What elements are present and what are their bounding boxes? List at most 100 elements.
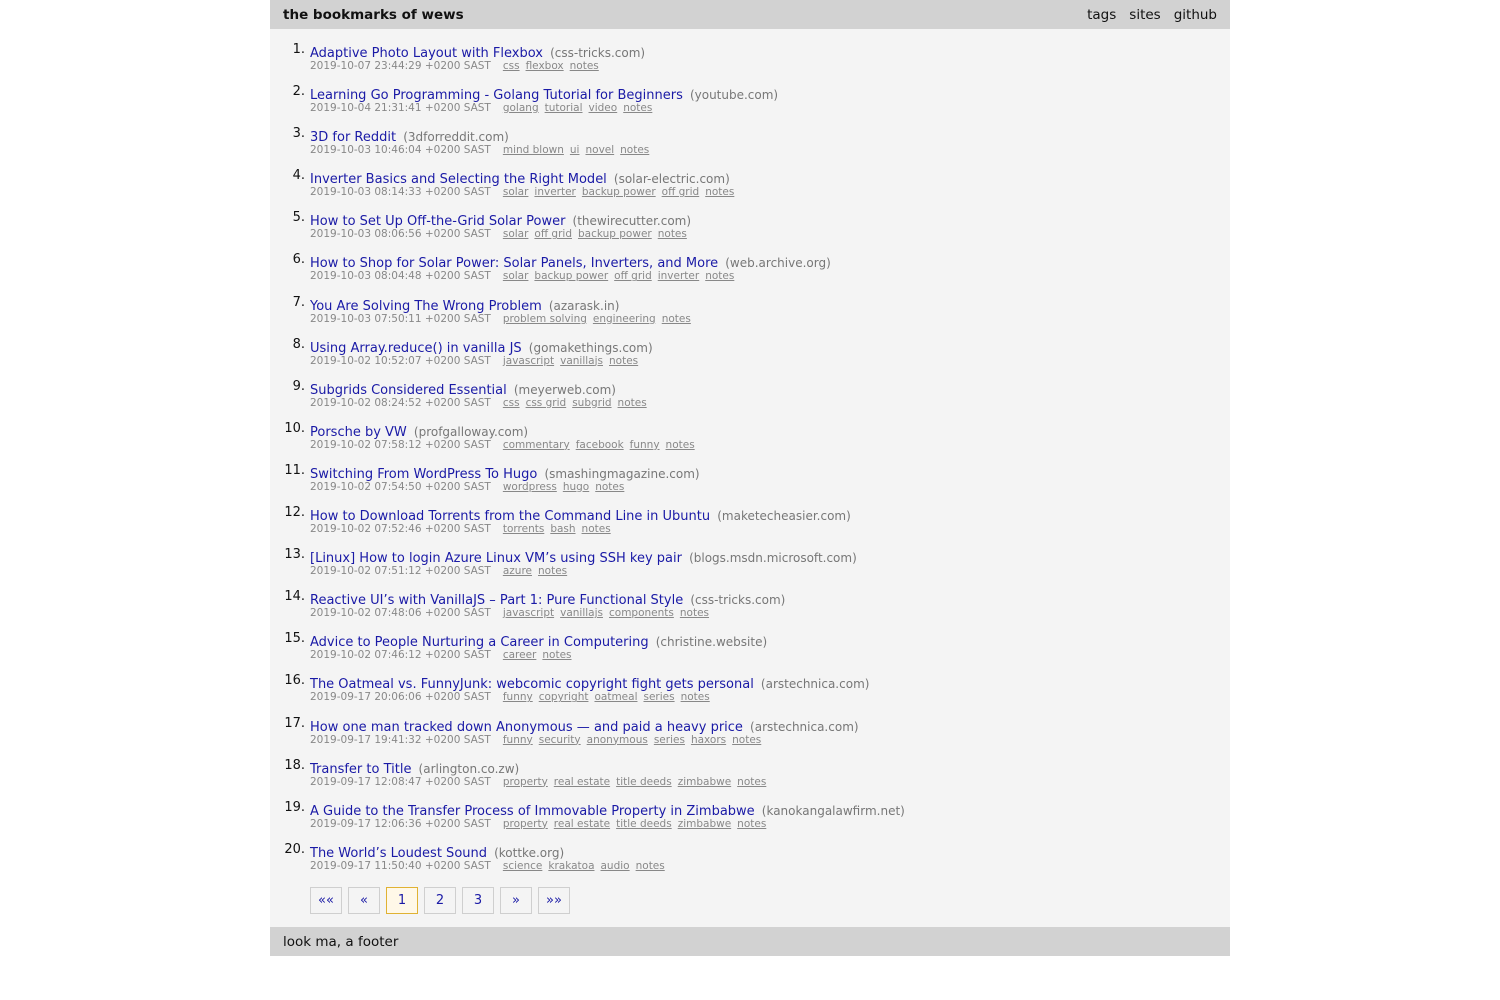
nav-link-github[interactable]: github [1174, 7, 1217, 23]
tag-link[interactable]: tutorial [545, 102, 583, 114]
tag-link[interactable]: notes [620, 144, 649, 156]
tag-link[interactable]: css grid [526, 397, 567, 409]
bookmark-title-link[interactable]: 3D for Reddit [310, 130, 396, 145]
bookmark-title-link[interactable]: The World’s Loudest Sound [310, 846, 487, 861]
tag-link[interactable]: notes [705, 186, 734, 198]
bookmark-title-link[interactable]: Advice to People Nurturing a Career in C… [310, 635, 649, 650]
tag-link[interactable]: zimbabwe [678, 818, 731, 830]
tag-link[interactable]: zimbabwe [678, 776, 731, 788]
tag-link[interactable]: backup power [582, 186, 656, 198]
tag-link[interactable]: subgrid [572, 397, 611, 409]
tag-link[interactable]: funny [503, 691, 533, 703]
tag-link[interactable]: problem solving [503, 313, 587, 325]
tag-link[interactable]: javascript [503, 355, 554, 367]
bookmark-title-link[interactable]: Transfer to Title [310, 762, 411, 777]
bookmark-title-link[interactable]: Switching From WordPress To Hugo [310, 467, 537, 482]
tag-link[interactable]: haxors [691, 734, 726, 746]
tag-link[interactable]: notes [681, 691, 710, 703]
tag-link[interactable]: notes [666, 439, 695, 451]
tag-link[interactable]: novel [585, 144, 614, 156]
tag-link[interactable]: title deeds [616, 776, 672, 788]
bookmark-title-link[interactable]: How to Shop for Solar Power: Solar Panel… [310, 256, 718, 271]
bookmark-title-link[interactable]: Subgrids Considered Essential [310, 383, 507, 398]
tag-link[interactable]: golang [503, 102, 539, 114]
last-page-button[interactable]: »» [538, 887, 570, 914]
tag-link[interactable]: off grid [662, 186, 700, 198]
tag-link[interactable]: backup power [578, 228, 652, 240]
tag-link[interactable]: notes [595, 481, 624, 493]
tag-link[interactable]: notes [737, 818, 766, 830]
tag-link[interactable]: inverter [658, 270, 699, 282]
tag-link[interactable]: title deeds [616, 818, 672, 830]
tag-link[interactable]: series [654, 734, 685, 746]
tag-link[interactable]: css [503, 60, 520, 72]
bookmark-title-link[interactable]: Porsche by VW [310, 425, 407, 440]
bookmark-title-link[interactable]: A Guide to the Transfer Process of Immov… [310, 804, 755, 819]
tag-link[interactable]: audio [601, 860, 630, 872]
tag-link[interactable]: notes [732, 734, 761, 746]
tag-link[interactable]: notes [570, 60, 599, 72]
bookmark-title-link[interactable]: You Are Solving The Wrong Problem [310, 299, 542, 314]
tag-link[interactable]: notes [618, 397, 647, 409]
tag-link[interactable]: commentary [503, 439, 570, 451]
tag-link[interactable]: notes [542, 649, 571, 661]
bookmark-title-link[interactable]: The Oatmeal vs. FunnyJunk: webcomic copy… [310, 677, 754, 692]
tag-link[interactable]: wordpress [503, 481, 557, 493]
tag-link[interactable]: vanillajs [560, 355, 603, 367]
tag-link[interactable]: notes [538, 565, 567, 577]
tag-link[interactable]: notes [662, 313, 691, 325]
tag-link[interactable]: notes [737, 776, 766, 788]
tag-link[interactable]: funny [630, 439, 660, 451]
bookmark-title-link[interactable]: Inverter Basics and Selecting the Right … [310, 172, 607, 187]
tag-link[interactable]: bash [550, 523, 575, 535]
tag-link[interactable]: notes [680, 607, 709, 619]
tag-link[interactable]: anonymous [587, 734, 648, 746]
tag-link[interactable]: solar [503, 270, 529, 282]
nav-link-sites[interactable]: sites [1129, 7, 1160, 23]
tag-link[interactable]: real estate [554, 776, 610, 788]
tag-link[interactable]: notes [636, 860, 665, 872]
tag-link[interactable]: notes [609, 355, 638, 367]
tag-link[interactable]: oatmeal [594, 691, 637, 703]
tag-link[interactable]: notes [658, 228, 687, 240]
tag-link[interactable]: azure [503, 565, 532, 577]
tag-link[interactable]: property [503, 776, 548, 788]
tag-link[interactable]: vanillajs [560, 607, 603, 619]
bookmark-title-link[interactable]: How to Download Torrents from the Comman… [310, 509, 710, 524]
first-page-button[interactable]: «« [310, 887, 342, 914]
nav-link-tags[interactable]: tags [1087, 7, 1116, 23]
page-3-button[interactable]: 3 [462, 887, 494, 914]
tag-link[interactable]: engineering [593, 313, 656, 325]
bookmark-title-link[interactable]: How one man tracked down Anonymous — and… [310, 720, 743, 735]
tag-link[interactable]: security [539, 734, 581, 746]
tag-link[interactable]: hugo [563, 481, 589, 493]
tag-link[interactable]: javascript [503, 607, 554, 619]
tag-link[interactable]: notes [582, 523, 611, 535]
tag-link[interactable]: facebook [576, 439, 624, 451]
page-2-button[interactable]: 2 [424, 887, 456, 914]
tag-link[interactable]: off grid [534, 228, 572, 240]
tag-link[interactable]: inverter [534, 186, 575, 198]
bookmark-title-link[interactable]: Reactive UI’s with VanillaJS – Part 1: P… [310, 593, 683, 608]
tag-link[interactable]: mind blown [503, 144, 564, 156]
bookmark-title-link[interactable]: Using Array.reduce() in vanilla JS [310, 341, 522, 356]
bookmark-title-link[interactable]: [Linux] How to login Azure Linux VM’s us… [310, 551, 682, 566]
tag-link[interactable]: notes [623, 102, 652, 114]
tag-link[interactable]: real estate [554, 818, 610, 830]
tag-link[interactable]: off grid [614, 270, 652, 282]
tag-link[interactable]: css [503, 397, 520, 409]
tag-link[interactable]: science [503, 860, 543, 872]
tag-link[interactable]: series [643, 691, 674, 703]
tag-link[interactable]: video [589, 102, 618, 114]
prev-page-button[interactable]: « [348, 887, 380, 914]
bookmark-title-link[interactable]: How to Set Up Off-the-Grid Solar Power [310, 214, 565, 229]
tag-link[interactable]: notes [705, 270, 734, 282]
tag-link[interactable]: solar [503, 186, 529, 198]
tag-link[interactable]: solar [503, 228, 529, 240]
tag-link[interactable]: property [503, 818, 548, 830]
bookmark-title-link[interactable]: Adaptive Photo Layout with Flexbox [310, 46, 543, 61]
tag-link[interactable]: copyright [539, 691, 589, 703]
tag-link[interactable]: ui [570, 144, 580, 156]
tag-link[interactable]: torrents [503, 523, 544, 535]
tag-link[interactable]: krakatoa [548, 860, 594, 872]
